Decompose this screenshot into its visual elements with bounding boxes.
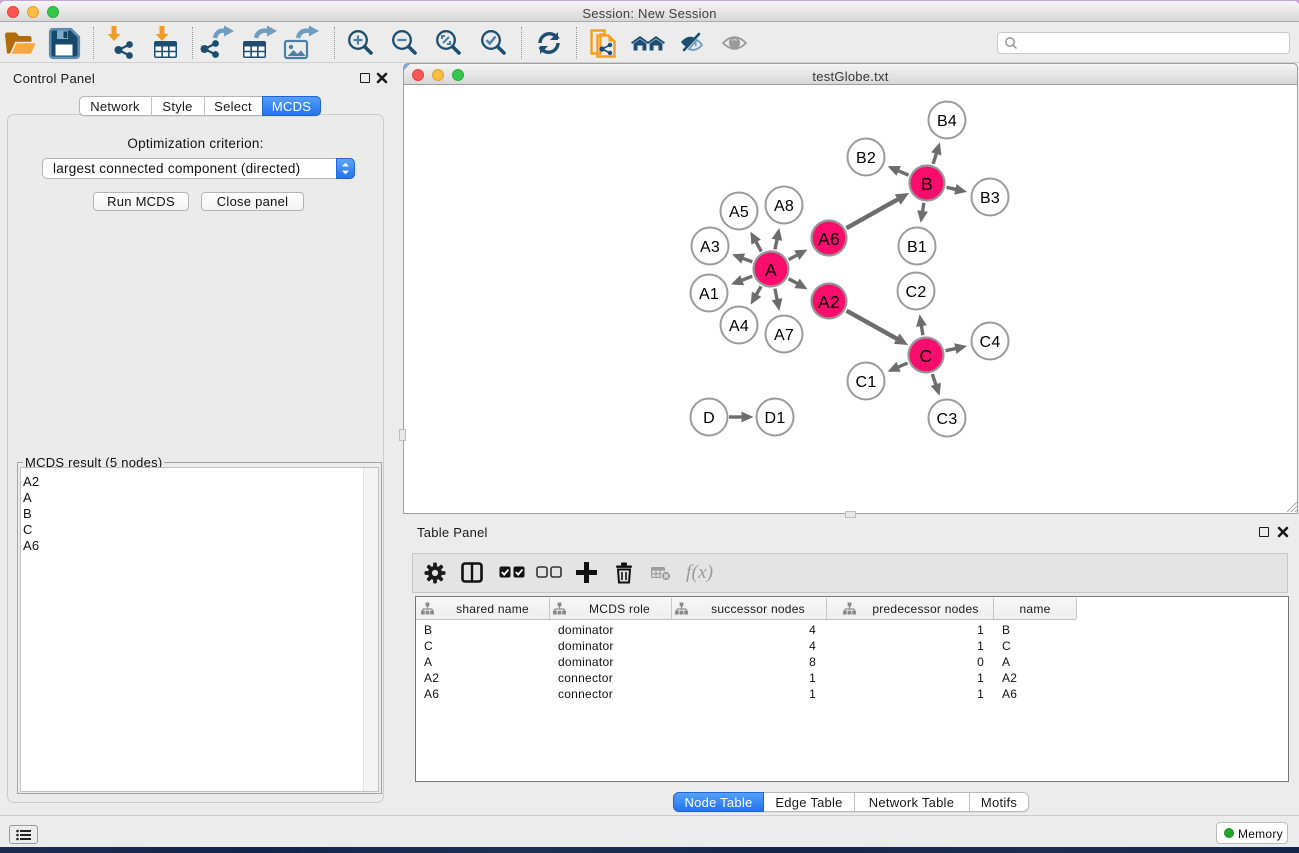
svg-text:C2: C2 [906, 284, 927, 301]
svg-text:B1: B1 [907, 239, 927, 256]
svg-text:A4: A4 [729, 318, 749, 335]
svg-text:C4: C4 [980, 334, 1001, 351]
svg-text:A3: A3 [700, 239, 720, 256]
svg-text:B2: B2 [856, 150, 876, 167]
svg-text:A1: A1 [699, 286, 719, 303]
svg-text:A6: A6 [818, 229, 840, 249]
svg-text:D: D [703, 410, 715, 427]
svg-text:A2: A2 [818, 292, 840, 312]
svg-text:A: A [765, 260, 777, 280]
svg-text:B3: B3 [980, 190, 1000, 207]
svg-text:A8: A8 [774, 198, 794, 215]
svg-text:D1: D1 [765, 410, 786, 427]
svg-text:A7: A7 [774, 327, 794, 344]
svg-text:C1: C1 [856, 374, 877, 391]
svg-text:B: B [921, 174, 933, 194]
svg-text:A5: A5 [729, 204, 749, 221]
svg-text:C3: C3 [937, 411, 958, 428]
svg-text:B4: B4 [937, 113, 957, 130]
svg-text:C: C [920, 346, 933, 366]
